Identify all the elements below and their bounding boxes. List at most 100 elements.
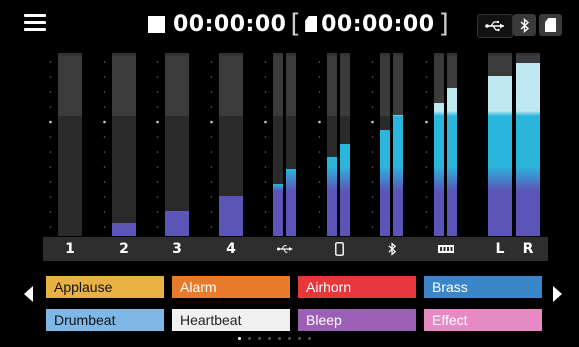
page-dot[interactable] [308, 337, 311, 340]
page-indicator [238, 337, 311, 343]
effect-pad-brass[interactable]: Brass [424, 276, 542, 298]
effect-pad-label: Applause [54, 279, 113, 295]
meter-bluetooth-left [380, 56, 390, 236]
channel-label-3: 3 [172, 241, 182, 257]
effect-pad-label: Brass [432, 279, 468, 295]
usb-icon [485, 21, 504, 32]
sd-card-icon [305, 16, 318, 32]
meter-level-fill [340, 144, 350, 236]
page-dot[interactable] [278, 337, 281, 340]
bluetooth-icon [520, 17, 529, 33]
top-bar: 00:00:00 [ 00:00:00 ] [0, 0, 579, 46]
page-dot[interactable] [258, 337, 261, 340]
bracket-open: [ [290, 9, 302, 39]
channel-label-R: R [522, 241, 534, 257]
effect-pad-label: Airhorn [306, 279, 352, 295]
elapsed-time: 00:00:00 [173, 11, 287, 37]
meter-peak-cap [273, 53, 283, 56]
meter-usb-left [273, 56, 283, 236]
effect-pad-applause[interactable]: Applause [46, 276, 164, 298]
bluetooth-status-icon[interactable] [513, 14, 536, 36]
channel-label-strip: 1 2 3 4 L R [43, 237, 548, 261]
usb-status-icon[interactable] [477, 14, 513, 38]
effect-pad-heartbeat[interactable]: Heartbeat [172, 309, 290, 331]
meter-4 [219, 56, 243, 236]
meter-level-fill [447, 88, 457, 236]
meter-level-fill [165, 211, 189, 236]
effect-pad-label: Heartbeat [180, 312, 242, 328]
meter-headroom [340, 56, 350, 116]
channel-label-L: L [495, 241, 505, 257]
meter-phone-left [327, 56, 337, 236]
meter-L [488, 56, 512, 236]
meter-scale-dots [371, 61, 374, 228]
effect-pad-bleep[interactable]: Bleep [298, 309, 416, 331]
meter-level-fill [327, 157, 337, 236]
phone-icon [327, 237, 351, 261]
effect-pad-label: Drumbeat [54, 312, 116, 328]
meter-peak-cap [112, 53, 136, 56]
page-dot[interactable] [248, 337, 251, 340]
channel-label-1: 1 [65, 241, 75, 257]
meter-phone-right [340, 56, 350, 236]
meter-peak-cap [165, 53, 189, 56]
menu-icon[interactable] [24, 14, 46, 32]
meter-headroom [165, 56, 189, 116]
meter-bluetooth-right [393, 56, 403, 236]
meter-scale-dots [49, 61, 52, 228]
meter-peak-cap [434, 53, 444, 56]
effect-pad-label: Alarm [180, 279, 217, 295]
page-dot[interactable] [298, 337, 301, 340]
meter-level-fill [393, 115, 403, 236]
meter-peak-cap [340, 53, 350, 56]
meter-headroom [273, 56, 283, 116]
meter-level-fill [112, 223, 136, 236]
page-dot[interactable] [288, 337, 291, 340]
meter-headroom [219, 56, 243, 116]
sd-card-icon [545, 18, 556, 32]
meter-1 [58, 56, 82, 236]
page-dot[interactable] [268, 337, 271, 340]
meter-peak-cap [488, 53, 512, 56]
meter-headroom [380, 56, 390, 116]
stop-icon [148, 15, 165, 33]
meter-peak-cap [219, 53, 243, 56]
meter-scale-dots [318, 61, 321, 228]
effect-pad-effect[interactable]: Effect [424, 309, 542, 331]
bluetooth-icon [380, 237, 404, 261]
next-page-arrow[interactable] [553, 286, 562, 302]
page-dot[interactable] [238, 337, 241, 340]
meter-2 [112, 56, 136, 236]
meter-level-fill [434, 103, 444, 236]
effect-pad-alarm[interactable]: Alarm [172, 276, 290, 298]
meter-level-fill [286, 169, 296, 236]
effect-pad-drumbeat[interactable]: Drumbeat [46, 309, 164, 331]
usb-icon [273, 237, 297, 261]
meter-peak-cap [393, 53, 403, 56]
meter-level-fill [219, 196, 243, 236]
meter-headroom [112, 56, 136, 116]
sd-card-status-icon[interactable] [539, 14, 562, 36]
meter-headroom [327, 56, 337, 116]
sd-remaining-time: 00:00:00 [321, 11, 435, 37]
previous-page-arrow[interactable] [24, 286, 33, 302]
meter-headroom [286, 56, 296, 116]
line-input-icon [434, 237, 458, 261]
meter-usb-right [286, 56, 296, 236]
level-meters [0, 46, 579, 236]
channel-label-4: 4 [226, 241, 236, 257]
meter-headroom [393, 56, 403, 116]
meter-line-input-right [447, 56, 457, 236]
meter-R [516, 56, 540, 236]
meter-scale-dots [264, 61, 267, 228]
meter-peak-cap [380, 53, 390, 56]
effect-pad-label: Effect [432, 312, 468, 328]
meter-peak-cap [58, 53, 82, 56]
meter-peak-cap [447, 53, 457, 56]
channel-label-2: 2 [119, 241, 129, 257]
bracket-close: ] [438, 9, 450, 39]
meter-level-fill [516, 63, 540, 236]
meter-scale-dots [425, 61, 428, 228]
effect-pad-airhorn[interactable]: Airhorn [298, 276, 416, 298]
meter-scale-dots [210, 61, 213, 228]
